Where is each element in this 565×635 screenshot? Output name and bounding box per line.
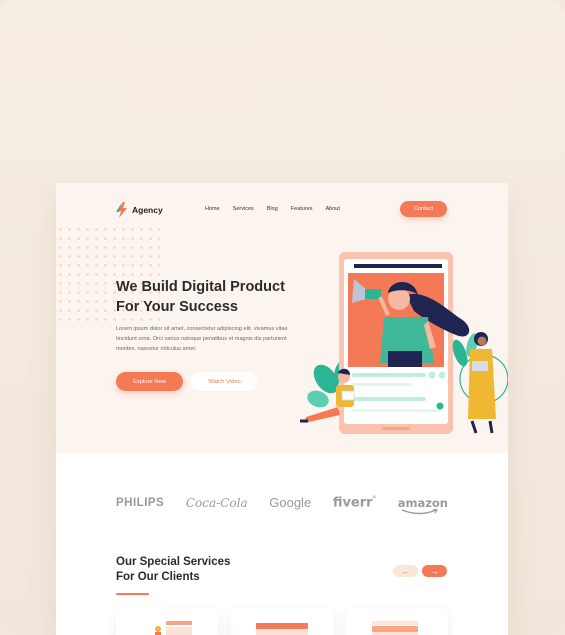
arrow-left-icon[interactable]: ← xyxy=(393,565,418,577)
service-card-illustration xyxy=(372,621,418,635)
hero-description: Lorem ipsum dolor sit amet, consectetur … xyxy=(116,326,288,352)
brand-name: Agency xyxy=(132,205,163,215)
explore-now-button[interactable]: Explore Now xyxy=(116,372,183,391)
landing-page: Agency Home Services Blog Features About… xyxy=(56,183,508,635)
client-logo-google: Google xyxy=(269,495,312,511)
amazon-smile-icon xyxy=(401,508,438,514)
arrow-right-icon[interactable]: → xyxy=(422,565,447,577)
watch-video-button[interactable]: Watch Video xyxy=(191,372,258,391)
service-card[interactable] xyxy=(231,609,333,635)
service-card[interactable] xyxy=(346,609,448,635)
client-logo-amazon: amazon xyxy=(397,495,448,514)
client-logo-fiverr: fiverr° xyxy=(333,495,376,510)
fiverr-mark: ° xyxy=(372,495,377,503)
nav-link-home[interactable]: Home xyxy=(205,206,220,212)
service-card-illustration xyxy=(256,623,308,635)
nav-link-features[interactable]: Features xyxy=(291,206,313,212)
hero-title-line-1: We Build Digital Product xyxy=(116,279,285,295)
logo-mark-icon xyxy=(116,202,127,218)
client-logos: PHILIPS Coca-Cola Google fiverr° amazon xyxy=(116,495,448,514)
hero-section: Agency Home Services Blog Features About… xyxy=(56,183,508,453)
nav-link-services[interactable]: Services xyxy=(233,206,254,212)
amazon-wordmark: amazon xyxy=(397,495,448,510)
nav-link-about[interactable]: About xyxy=(326,206,340,212)
hero-illustration xyxy=(300,252,508,434)
client-logo-philips: PHILIPS xyxy=(116,496,165,509)
contact-button[interactable]: Contact xyxy=(400,201,447,217)
services-title-underline xyxy=(116,593,149,595)
service-card[interactable] xyxy=(116,609,218,635)
services-title: Our Special Services For Our Clients xyxy=(116,555,276,585)
service-card-illustration xyxy=(155,621,192,635)
fiverr-wordmark: fiverr xyxy=(332,495,373,511)
services-title-line-1: Our Special Services xyxy=(116,556,231,568)
hero-title-line-2: For Your Success xyxy=(116,299,238,315)
brand-logo[interactable]: Agency xyxy=(116,202,163,218)
nav-link-blog[interactable]: Blog xyxy=(267,206,278,212)
hero-title: We Build Digital Product For Your Succes… xyxy=(116,277,316,317)
services-title-line-2: For Our Clients xyxy=(116,571,200,583)
client-logo-coca-cola: Coca-Cola xyxy=(185,495,248,510)
main-nav: Home Services Blog Features About xyxy=(205,206,340,212)
